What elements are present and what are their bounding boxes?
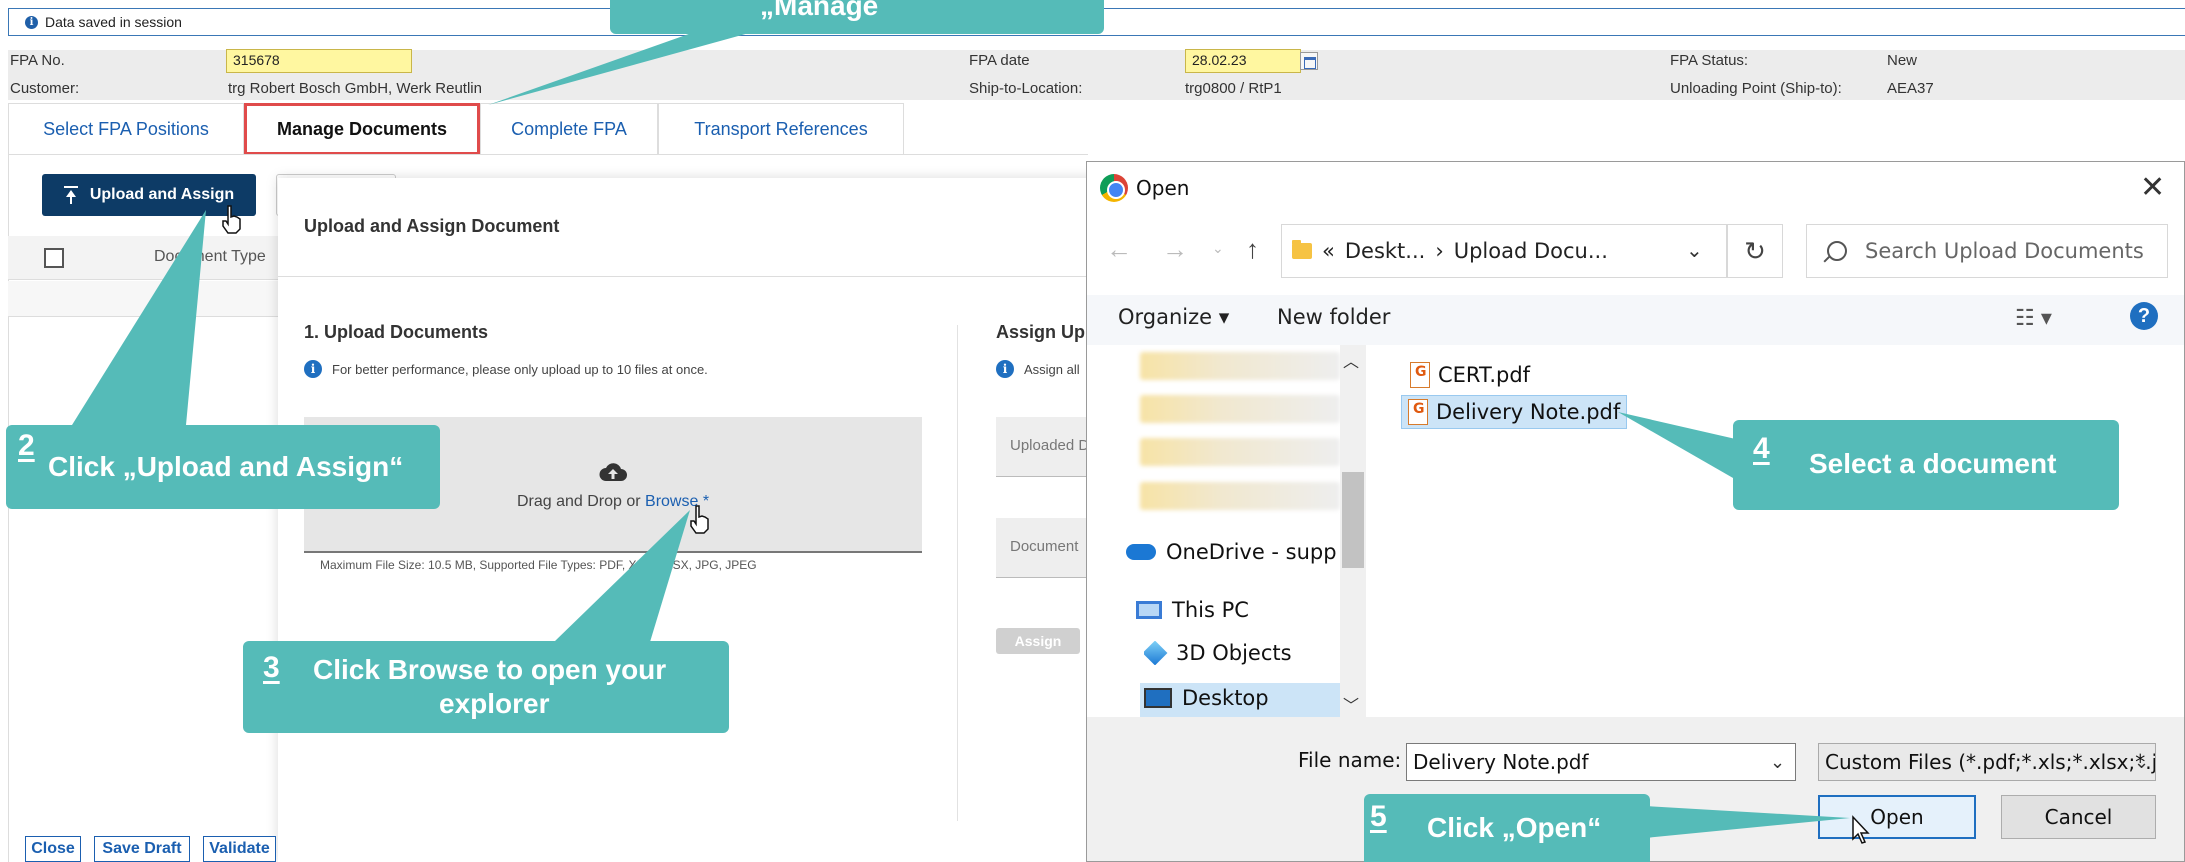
pointer-step2 (72, 210, 206, 425)
callout-step1: „Manage (610, 0, 1104, 34)
callout-step5-text: Click „Open“ (1427, 812, 1602, 843)
callout-step1-text: „Manage (760, 0, 879, 21)
callout-step2-number: 2 (18, 429, 35, 462)
pointer-step5 (1645, 806, 1850, 838)
callout-step3-number: 3 (263, 651, 280, 684)
pointer-step1 (488, 30, 760, 105)
callout-step3-text-line2: explorer (439, 688, 550, 719)
callout-step5: 5 Click „Open“ (1364, 794, 1650, 862)
callout-step4-text: Select a document (1809, 448, 2057, 479)
callout-step4-number: 4 (1753, 432, 1770, 465)
callout-step2: 2 Click „Upload and Assign“ (6, 425, 440, 509)
callout-step5-number: 5 (1370, 800, 1387, 833)
callout-step3: 3 Click Browse to open your explorer (243, 641, 729, 733)
arrow-cursor-icon (1852, 815, 1870, 844)
hand-cursor-icon (222, 205, 241, 234)
callout-step4: 4 Select a document (1733, 420, 2119, 510)
callout-step3-text: Click Browse to open your (313, 654, 667, 685)
pointer-step4 (1618, 412, 1740, 482)
hand-cursor-icon (690, 505, 709, 534)
pointer-step3 (554, 510, 690, 642)
callout-step2-text: Click „Upload and Assign“ (48, 451, 404, 482)
